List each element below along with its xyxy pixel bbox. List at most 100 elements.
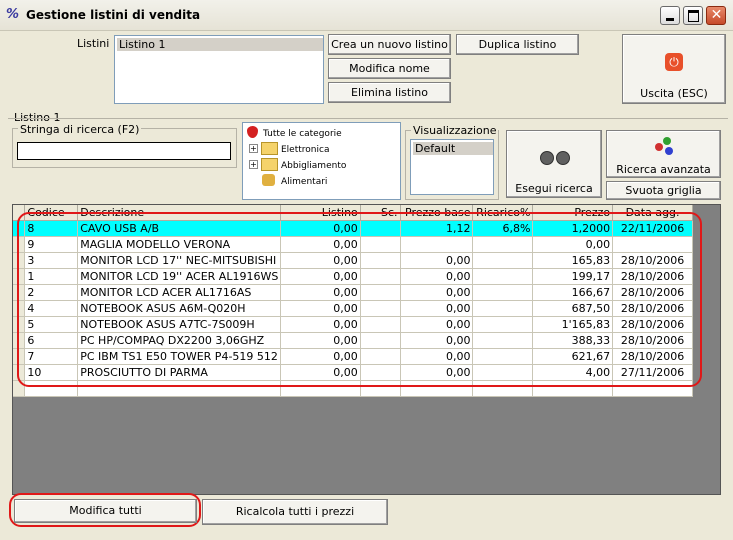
table-cell[interactable]: 166,67 (532, 284, 614, 301)
table-cell[interactable] (360, 332, 401, 349)
table-cell[interactable] (360, 252, 401, 269)
table-cell[interactable] (360, 348, 401, 365)
row-indicator[interactable] (13, 348, 26, 365)
table-cell[interactable]: 27/11/2006 (612, 364, 693, 381)
table-cell[interactable]: 0,00 (280, 316, 361, 333)
table-cell[interactable]: 199,17 (532, 268, 614, 285)
table-cell[interactable] (472, 316, 534, 333)
close-button[interactable]: ✕ (706, 6, 726, 25)
table-cell[interactable]: 0,00 (400, 348, 474, 365)
row-indicator[interactable] (13, 364, 26, 381)
column-header[interactable]: Listino (280, 205, 361, 221)
table-cell[interactable]: 0,00 (280, 220, 361, 237)
row-indicator[interactable] (13, 268, 26, 285)
table-cell[interactable]: MONITOR LCD ACER AL1716AS (77, 284, 282, 301)
row-indicator[interactable] (13, 316, 26, 333)
listini-listbox[interactable]: Listino 1 (114, 35, 324, 104)
column-header[interactable]: Descrizione (77, 205, 282, 221)
advanced-search-button[interactable]: Ricerca avanzata (606, 130, 721, 178)
table-cell[interactable]: 0,00 (280, 252, 361, 269)
table-cell[interactable]: MAGLIA MODELLO VERONA (77, 236, 282, 253)
table-cell[interactable] (472, 364, 534, 381)
table-cell[interactable]: 8 (24, 220, 79, 237)
table-cell[interactable]: 6 (24, 332, 79, 349)
table-cell[interactable]: 1,2000 (532, 220, 614, 237)
table-cell[interactable]: 2 (24, 284, 79, 301)
table-cell[interactable]: 7 (24, 348, 79, 365)
table-cell[interactable] (360, 236, 401, 253)
row-indicator[interactable] (13, 236, 26, 253)
table-cell[interactable] (612, 380, 693, 397)
edit-all-button[interactable]: Modifica tutti (14, 499, 197, 523)
table-cell[interactable]: 0,00 (280, 236, 361, 253)
table-cell[interactable]: 9 (24, 236, 79, 253)
table-cell[interactable]: 3 (24, 252, 79, 269)
table-cell[interactable] (532, 380, 614, 397)
table-cell[interactable]: 4 (24, 300, 79, 317)
listini-item[interactable]: Listino 1 (117, 38, 323, 51)
table-cell[interactable] (280, 380, 361, 397)
column-header[interactable]: Prezzo (532, 205, 614, 221)
table-cell[interactable] (472, 252, 534, 269)
row-indicator[interactable] (13, 220, 26, 237)
maximize-button[interactable] (683, 6, 703, 25)
rename-list-button[interactable]: Modifica nome (328, 58, 451, 79)
table-cell[interactable]: 0,00 (400, 284, 474, 301)
table-cell[interactable]: 1,12 (400, 220, 474, 237)
table-cell[interactable] (472, 300, 534, 317)
table-row[interactable]: 2 MONITOR LCD ACER AL1716AS 0,00 0,00 166,67… (13, 284, 693, 301)
table-row-empty[interactable] (13, 380, 693, 397)
clear-grid-button[interactable]: Svuota griglia (606, 181, 721, 200)
table-cell[interactable]: 0,00 (400, 364, 474, 381)
table-cell[interactable]: 687,50 (532, 300, 614, 317)
table-cell[interactable]: 0,00 (400, 316, 474, 333)
table-cell[interactable] (360, 284, 401, 301)
table-cell[interactable] (360, 300, 401, 317)
table-cell[interactable]: MONITOR LCD 17'' NEC-MITSUBISHI (77, 252, 282, 269)
table-cell[interactable]: 0,00 (280, 284, 361, 301)
table-cell[interactable]: 0,00 (400, 252, 474, 269)
table-row[interactable]: 4 NOTEBOOK ASUS A6M-Q020H 0,00 0,00 687,50 28… (13, 300, 693, 317)
table-cell[interactable]: 165,83 (532, 252, 614, 269)
table-cell[interactable]: PROSCIUTTO DI PARMA (77, 364, 282, 381)
table-cell[interactable]: 28/10/2006 (612, 300, 693, 317)
table-cell[interactable]: MONITOR LCD 19'' ACER AL1916WS (77, 268, 282, 285)
row-indicator[interactable] (13, 380, 26, 397)
table-row[interactable]: 3 MONITOR LCD 17'' NEC-MITSUBISHI 0,00 0,00… (13, 252, 693, 269)
table-cell[interactable]: 4,00 (532, 364, 614, 381)
table-cell[interactable]: 1 (24, 268, 79, 285)
tree-item-elettronica[interactable]: Elettronica (281, 145, 329, 155)
table-row[interactable]: 10 PROSCIUTTO DI PARMA 0,00 0,00 4,00 27/11/2… (13, 364, 693, 381)
row-indicator[interactable] (13, 332, 26, 349)
table-cell[interactable]: CAVO USB A/B (77, 220, 282, 237)
table-cell[interactable]: 28/10/2006 (612, 268, 693, 285)
table-cell[interactable]: PC IBM TS1 E50 TOWER P4-519 512 (77, 348, 282, 365)
table-cell[interactable] (400, 236, 474, 253)
row-indicator[interactable] (13, 252, 26, 269)
price-grid[interactable]: Codice Descrizione Listino Sc. Prezzo ba… (12, 204, 721, 495)
new-list-button[interactable]: Crea un nuovo listino (328, 34, 451, 55)
view-item[interactable]: Default (413, 142, 493, 155)
table-cell[interactable]: 28/10/2006 (612, 348, 693, 365)
table-cell[interactable]: 621,67 (532, 348, 614, 365)
table-cell[interactable] (360, 220, 401, 237)
table-cell[interactable]: 5 (24, 316, 79, 333)
expand-icon[interactable]: + (249, 160, 258, 169)
table-cell[interactable] (24, 380, 79, 397)
table-row[interactable]: 8 CAVO USB A/B 0,00 1,12 6,8% 1,2000 22/11/200… (13, 220, 693, 237)
column-header[interactable]: Prezzo base (400, 205, 474, 221)
category-tree[interactable]: Tutte le categorie + Elettronica + Abbig… (242, 122, 401, 200)
recalculate-prices-button[interactable]: Ricalcola tutti i prezzi (202, 499, 388, 525)
expand-icon[interactable]: + (249, 144, 258, 153)
table-row[interactable]: 5 NOTEBOOK ASUS A7TC-7S009H 0,00 0,00 1'165,… (13, 316, 693, 333)
table-cell[interactable] (360, 316, 401, 333)
table-cell[interactable] (472, 332, 534, 349)
table-cell[interactable] (472, 380, 534, 397)
column-header[interactable]: Sc. (360, 205, 401, 221)
run-search-button[interactable]: Esegui ricerca (506, 130, 602, 198)
view-listbox[interactable]: Default (410, 139, 494, 195)
table-cell[interactable] (360, 364, 401, 381)
table-cell[interactable]: 6,8% (472, 220, 534, 237)
table-cell[interactable]: 0,00 (280, 332, 361, 349)
row-indicator[interactable] (13, 300, 26, 317)
